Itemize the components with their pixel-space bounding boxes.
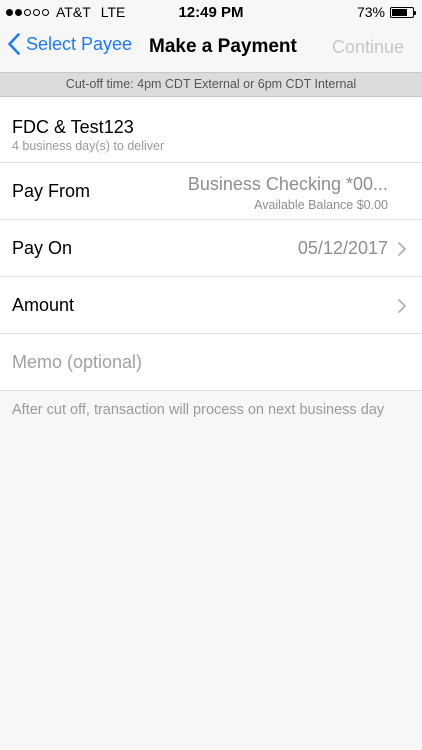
chevron-left-icon — [8, 33, 20, 55]
payment-form: FDC & Test123 4 business day(s) to deliv… — [0, 97, 422, 391]
chevron-right-icon — [398, 299, 406, 313]
continue-button[interactable]: Continue — [332, 37, 404, 58]
battery-icon — [390, 6, 416, 18]
memo-field[interactable]: Memo (optional) — [0, 334, 422, 391]
amount-row[interactable]: Amount — [0, 277, 422, 334]
delivery-time: 4 business day(s) to deliver — [12, 139, 165, 153]
pay-from-label: Pay From — [12, 181, 91, 201]
cutoff-note: After cut off, transaction will process … — [12, 402, 385, 418]
account-name: Business Checking *00... — [187, 174, 388, 194]
battery-percent: 73% — [356, 4, 385, 20]
navigation-bar: Select Payee Make a Payment Continue — [0, 24, 422, 70]
pay-on-row[interactable]: Pay On 05/12/2017 — [0, 220, 422, 277]
payee-row: FDC & Test123 4 business day(s) to deliv… — [0, 97, 422, 163]
back-button[interactable]: Select Payee — [8, 33, 132, 55]
chevron-right-icon — [398, 242, 406, 256]
status-bar: AT&T LTE 12:49 PM 73% — [0, 0, 422, 24]
pay-on-label: Pay On — [12, 238, 73, 258]
page-title: Make a Payment — [149, 36, 297, 57]
pay-from-row[interactable]: Pay From Business Checking *00... Availa… — [0, 163, 422, 220]
pay-from-value: Business Checking *00... Available Balan… — [188, 174, 388, 212]
status-right: 73% — [356, 4, 416, 20]
payee-name: FDC & Test123 — [12, 117, 134, 137]
amount-label: Amount — [12, 295, 75, 315]
cutoff-banner: Cut-off time: 4pm CDT External or 6pm CD… — [0, 72, 422, 97]
memo-placeholder: Memo (optional) — [12, 352, 143, 372]
pay-on-date: 05/12/2017 — [297, 238, 388, 258]
available-balance: Available Balance $0.00 — [254, 198, 388, 212]
back-button-label: Select Payee — [26, 33, 133, 54]
